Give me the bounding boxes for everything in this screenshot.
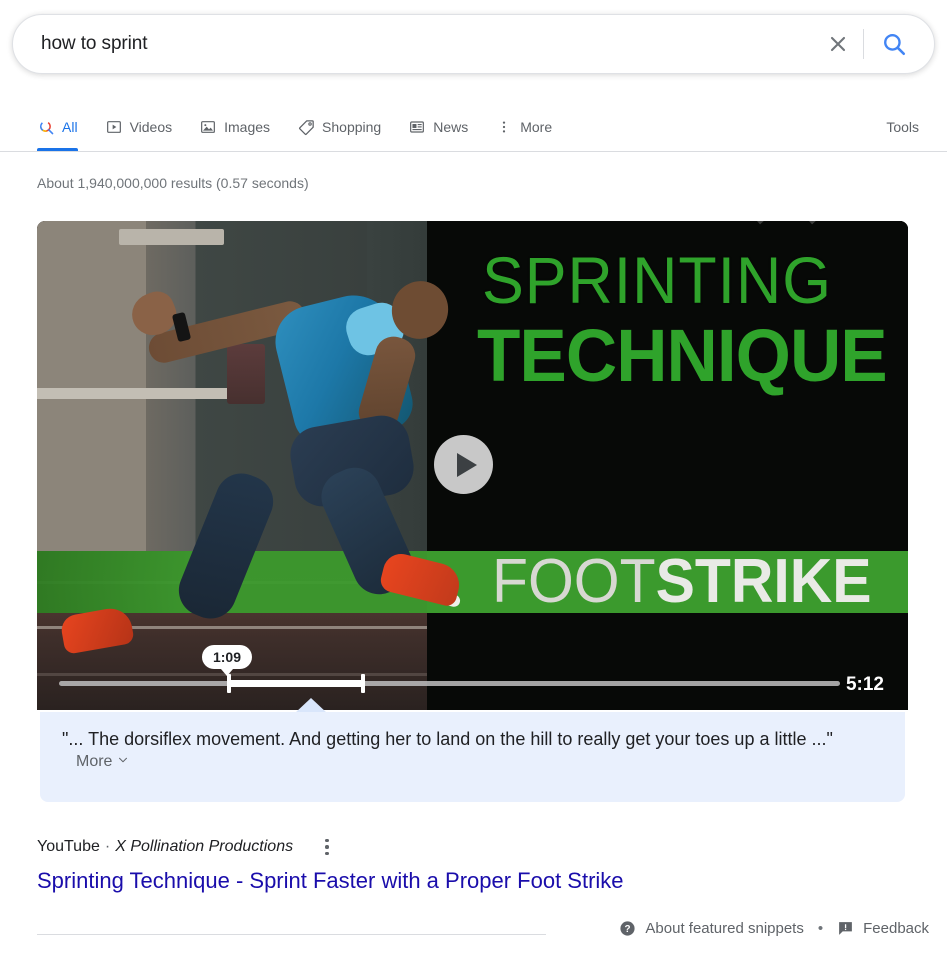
image-icon	[199, 118, 217, 136]
thumbnail-title-line-3: FOOTSTRIKE	[492, 551, 872, 613]
chevron-down-icon	[117, 753, 129, 771]
current-time-badge: 1:09	[201, 645, 253, 669]
about-featured-snippets-button[interactable]: ? About featured snippets	[619, 920, 804, 937]
video-duration: 5:12	[845, 674, 884, 695]
search-bar[interactable]	[12, 14, 935, 74]
snippet-more-label: More	[76, 753, 113, 770]
thumbnail-title-foot: FOOT	[492, 547, 656, 616]
video-icon	[105, 118, 123, 136]
footer-divider	[37, 934, 546, 935]
result-source-separator: ·	[104, 838, 111, 855]
footer-actions: ? About featured snippets • Feedback	[619, 920, 929, 937]
thumbnail-title-line-2: TECHNIQUE	[477, 314, 888, 397]
feedback-label: Feedback	[863, 920, 929, 937]
tab-label-images: Images	[224, 119, 271, 135]
thumbnail-title-strike: STRIKE	[655, 547, 872, 616]
help-icon: ?	[619, 920, 636, 937]
snippet-pointer	[295, 698, 327, 713]
snippet-text: "... The dorsiflex movement. And getting…	[62, 729, 833, 749]
result-title-link[interactable]: Sprinting Technique - Sprint Faster with…	[37, 866, 624, 896]
kebab-icon	[495, 118, 513, 136]
result-source: YouTube	[37, 838, 100, 855]
tab-videos[interactable]: Videos	[105, 103, 173, 151]
snippet-more-button[interactable]: More	[76, 753, 129, 771]
tab-news[interactable]: News	[408, 103, 468, 151]
tab-label-all: All	[62, 119, 78, 135]
clear-search-icon[interactable]	[819, 25, 857, 63]
tab-images[interactable]: Images	[199, 103, 270, 151]
tab-label-more: More	[520, 119, 553, 135]
search-bar-container	[12, 14, 935, 74]
tabbar-divider	[0, 151, 947, 152]
tab-label-shopping: Shopping	[322, 119, 382, 135]
progress-marker-start[interactable]	[227, 674, 231, 693]
progress-track	[59, 681, 840, 686]
result-options-kebab-icon[interactable]	[315, 835, 339, 859]
about-featured-snippets-label: About featured snippets	[645, 920, 804, 937]
svg-text:?: ?	[625, 924, 631, 935]
tools-button[interactable]: Tools	[886, 119, 919, 135]
video-progress-bar[interactable]: 1:09	[59, 645, 840, 693]
progress-marker-end[interactable]	[361, 674, 365, 693]
progress-highlight-segment	[227, 680, 363, 687]
search-divider	[863, 29, 864, 59]
result-source-line: YouTube · X Pollination Productions	[37, 835, 339, 859]
thumbnail-title-line-1: SPRINTING	[482, 243, 832, 317]
tab-label-news: News	[433, 119, 469, 135]
featured-video-thumbnail[interactable]: SPRINTING TECHNIQUE FOOTSTRIKE 1:09 5:12	[37, 221, 908, 710]
search-input[interactable]	[41, 33, 819, 55]
search-icon	[37, 118, 55, 136]
feedback-button[interactable]: Feedback	[837, 920, 929, 937]
featured-snippet-box: "... The dorsiflex movement. And getting…	[40, 712, 905, 802]
feedback-icon	[837, 920, 854, 937]
tab-label-videos: Videos	[129, 119, 173, 135]
tab-all[interactable]: All	[37, 103, 78, 151]
result-channel: X Pollination Productions	[115, 838, 294, 855]
search-tabs: All Videos Images Shopping News More Too…	[0, 103, 947, 151]
search-submit-icon[interactable]	[874, 24, 914, 64]
news-icon	[408, 118, 426, 136]
footer-separator-dot: •	[817, 920, 824, 937]
tag-icon	[297, 118, 315, 136]
tab-shopping[interactable]: Shopping	[297, 103, 381, 151]
result-stats: About 1,940,000,000 results (0.57 second…	[37, 175, 309, 191]
play-icon[interactable]	[434, 435, 493, 494]
play-triangle	[456, 452, 477, 477]
tab-more[interactable]: More	[495, 103, 552, 151]
